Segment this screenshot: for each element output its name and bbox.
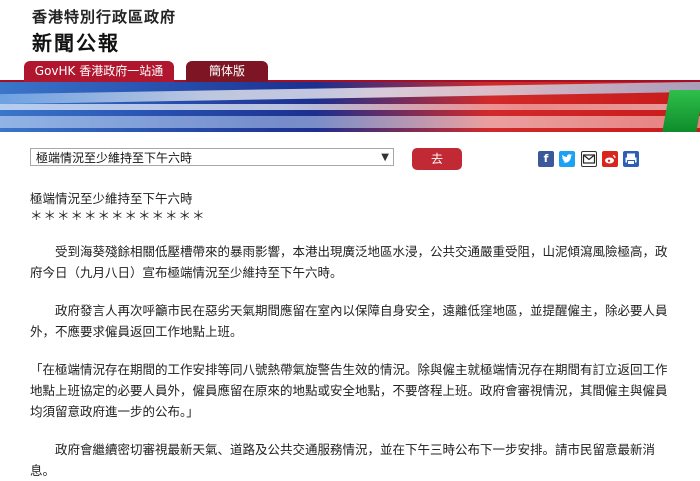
chevron-down-icon: ▼ (381, 152, 389, 163)
government-name: 香港特別行政區政府 (32, 8, 177, 26)
article-title: 極端情況至少維持至下午六時 (30, 191, 193, 206)
page-header: 香港特別行政區政府 新聞公報 (0, 0, 700, 60)
press-release-body: 極端情況至少維持至下午六時 ＊＊＊＊＊＊＊＊＊＊＊＊＊ 受到海葵殘餘相關低壓槽帶… (30, 188, 678, 481)
tab-simplified-chinese[interactable]: 簡体版 (186, 61, 268, 82)
banner-stripe (0, 116, 700, 128)
article-quote: 「在極端情況存在期間的工作安排等同八號熱帶氣旋警告生效的情況。除與僱主就極端情況… (30, 362, 668, 419)
print-icon[interactable] (623, 151, 639, 167)
go-button[interactable]: 去 (412, 148, 462, 170)
article-paragraph: 受到海葵殘餘相關低壓槽帶來的暴雨影響，本港出現廣泛地區水浸，公共交通嚴重受阻，山… (30, 244, 668, 280)
twitter-icon[interactable] (559, 151, 575, 167)
tab-govhk[interactable]: GovHK 香港政府一站通 (24, 61, 174, 82)
banner-stripe (0, 104, 700, 110)
weibo-icon[interactable] (602, 151, 618, 167)
article-paragraph: 政府會繼續密切審視最新天氣、道路及公共交通服務情況，並在下午三時公布下一步安排。… (30, 442, 656, 478)
decorative-banner (0, 82, 700, 132)
press-release-select[interactable]: 極端情況至少維持至下午六時 ▼ (30, 148, 394, 166)
facebook-icon[interactable]: f (538, 151, 554, 167)
banner-green-accent (662, 90, 700, 132)
email-icon[interactable] (581, 151, 597, 167)
title-separator: ＊＊＊＊＊＊＊＊＊＊＊＊＊ (30, 208, 206, 223)
top-tab-bar: GovHK 香港政府一站通 簡体版 (0, 60, 700, 82)
select-value: 極端情況至少維持至下午六時 (36, 151, 193, 165)
press-releases-title[interactable]: 新聞公報 (32, 27, 120, 56)
banner-stripe (0, 82, 700, 105)
article-paragraph: 政府發言人再次呼籲市民在惡劣天氣期間應留在室內以保障自身安全，遠離低窪地區，並提… (30, 303, 668, 339)
